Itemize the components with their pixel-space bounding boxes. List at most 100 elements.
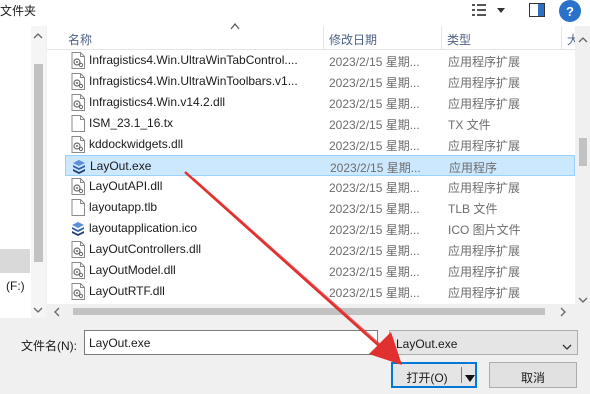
scroll-left-icon[interactable] <box>54 306 60 320</box>
file-date: 2023/2/15 星期... <box>329 265 420 279</box>
file-row[interactable]: layoutapplication.ico 2023/2/15 星期... ICO … <box>65 218 575 239</box>
scroll-up-icon[interactable] <box>33 28 43 42</box>
blank-file-icon <box>71 115 85 132</box>
layout-app-icon <box>71 220 85 237</box>
open-button-label: 打开(O) <box>406 371 448 385</box>
file-row[interactable]: kddockwidgets.dll 2023/2/15 星期... 应用程序扩展 <box>65 134 575 155</box>
file-name: LayOutRTF.dll <box>89 284 165 298</box>
file-type: 应用程序扩展 <box>448 76 521 90</box>
file-name: layoutapp.tlb <box>89 200 158 214</box>
filter-value: LayOut.exe <box>396 337 458 351</box>
file-type: 应用程序 <box>449 161 498 175</box>
file-name: ISM_23.1_16.tx <box>89 116 174 130</box>
file-row[interactable]: LayOut.exe 2023/2/15 星期... 应用程序 <box>65 155 575 176</box>
file-name: Infragistics4.Win.v14.2.dll <box>89 95 226 109</box>
file-type: 应用程序扩展 <box>448 244 521 258</box>
dll-file-icon <box>71 73 85 90</box>
file-type: ICO 图片文件 <box>448 223 521 237</box>
open-options-dropdown-icon[interactable] <box>465 371 475 385</box>
navigation-pane: (F:) <box>0 26 46 318</box>
file-name: LayOutControllers.dll <box>89 242 202 256</box>
file-date: 2023/2/15 星期... <box>329 55 420 69</box>
nav-scroll-thumb[interactable] <box>34 64 43 262</box>
chevron-down-icon[interactable] <box>562 339 572 353</box>
file-row[interactable]: LayOutModel.dll 2023/2/15 星期... 应用程序扩展 <box>65 260 575 281</box>
dll-file-icon <box>71 52 85 69</box>
dll-file-icon <box>71 262 85 279</box>
file-date: 2023/2/15 星期... <box>329 181 420 195</box>
file-type: 应用程序扩展 <box>448 265 521 279</box>
split-divider <box>461 367 462 383</box>
file-type: 应用程序扩展 <box>448 97 521 111</box>
file-name: Infragistics4.Win.UltraWinTabControl.... <box>89 53 298 67</box>
file-type: 应用程序扩展 <box>448 286 521 300</box>
file-type: TX 文件 <box>448 118 491 132</box>
file-row[interactable]: LayOutAPI.dll 2023/2/15 星期... 应用程序扩展 <box>65 176 575 197</box>
layout-app-icon <box>72 158 86 175</box>
file-list: 名称 修改日期 类型 大 Infragistics4.Win.UltraWinT… <box>47 23 590 318</box>
view-options-icon[interactable] <box>469 1 491 19</box>
file-type: 应用程序扩展 <box>448 55 521 69</box>
dll-file-icon <box>71 178 85 195</box>
column-date[interactable]: 修改日期 <box>329 31 377 48</box>
file-rows: Infragistics4.Win.UltraWinTabControl....… <box>47 50 575 304</box>
file-row[interactable]: LayOutControllers.dll 2023/2/15 星期... 应用程序… <box>65 239 575 260</box>
preview-pane-icon[interactable] <box>527 1 547 19</box>
cancel-button[interactable]: 取消 <box>489 362 577 388</box>
scroll-down-icon[interactable] <box>33 302 43 316</box>
vertical-scroll-thumb[interactable] <box>579 138 587 166</box>
horizontal-scroll-thumb[interactable] <box>73 308 545 315</box>
file-row[interactable]: Infragistics4.Win.UltraWinTabControl....… <box>65 50 575 71</box>
column-name[interactable]: 名称 <box>68 31 92 48</box>
nav-selected-item[interactable] <box>0 249 30 273</box>
vertical-scrollbar[interactable] <box>575 26 590 304</box>
file-name: LayOutAPI.dll <box>89 179 163 193</box>
file-type: 应用程序扩展 <box>448 181 521 195</box>
horizontal-scrollbar[interactable] <box>47 304 590 318</box>
nav-drive-label[interactable]: (F:) <box>6 279 25 293</box>
file-row[interactable]: ISM_23.1_16.tx 2023/2/15 星期... TX 文件 <box>65 113 575 134</box>
top-toolbar: 文件夹 ? <box>0 0 590 26</box>
column-header: 名称 修改日期 类型 大 <box>47 23 579 50</box>
file-name: Infragistics4.Win.UltraWinToolbars.v1... <box>89 74 298 88</box>
file-date: 2023/2/15 星期... <box>329 97 420 111</box>
sort-arrow-icon <box>230 23 240 30</box>
file-name: layoutapplication.ico <box>89 221 198 235</box>
file-type: TLB 文件 <box>448 202 498 216</box>
file-row[interactable]: layoutapp.tlb 2023/2/15 星期... TLB 文件 <box>65 197 575 218</box>
file-date: 2023/2/15 星期... <box>329 118 420 132</box>
dll-file-icon <box>71 94 85 111</box>
file-row[interactable]: LayOutRTF.dll 2023/2/15 星期... 应用程序扩展 <box>65 281 575 302</box>
dll-file-icon <box>71 136 85 153</box>
filename-input[interactable] <box>84 330 378 355</box>
column-separator[interactable] <box>561 26 562 50</box>
chevron-down-icon[interactable] <box>494 1 508 19</box>
open-button[interactable]: 打开(O) <box>391 362 477 388</box>
dll-file-icon <box>71 283 85 300</box>
scroll-right-icon[interactable] <box>560 306 566 320</box>
file-date: 2023/2/15 星期... <box>329 223 420 237</box>
file-row[interactable]: Infragistics4.Win.UltraWinToolbars.v1...… <box>65 71 575 92</box>
file-date: 2023/2/15 星期... <box>329 202 420 216</box>
file-date: 2023/2/15 星期... <box>329 286 420 300</box>
column-type[interactable]: 类型 <box>447 31 471 48</box>
file-name: kddockwidgets.dll <box>89 137 184 151</box>
nav-scrollbar[interactable] <box>31 26 46 318</box>
file-date: 2023/2/15 星期... <box>329 244 420 258</box>
filename-label: 文件名(N): <box>21 339 77 353</box>
scroll-up-icon[interactable] <box>578 32 588 46</box>
file-type-filter[interactable]: LayOut.exe <box>389 330 578 355</box>
help-button[interactable]: ? <box>559 0 581 22</box>
column-separator[interactable] <box>323 26 324 50</box>
file-type: 应用程序扩展 <box>448 139 521 153</box>
column-separator[interactable] <box>441 26 442 50</box>
dll-file-icon <box>71 241 85 258</box>
blank-file-icon <box>71 199 85 216</box>
file-date: 2023/2/15 星期... <box>329 139 420 153</box>
file-name: LayOutModel.dll <box>89 263 176 277</box>
breadcrumb[interactable]: 文件夹 <box>0 2 36 19</box>
file-row[interactable]: Infragistics4.Win.v14.2.dll 2023/2/15 星期.… <box>65 92 575 113</box>
file-date: 2023/2/15 星期... <box>330 161 421 175</box>
file-name: LayOut.exe <box>90 159 152 173</box>
cancel-button-label: 取消 <box>520 371 545 385</box>
